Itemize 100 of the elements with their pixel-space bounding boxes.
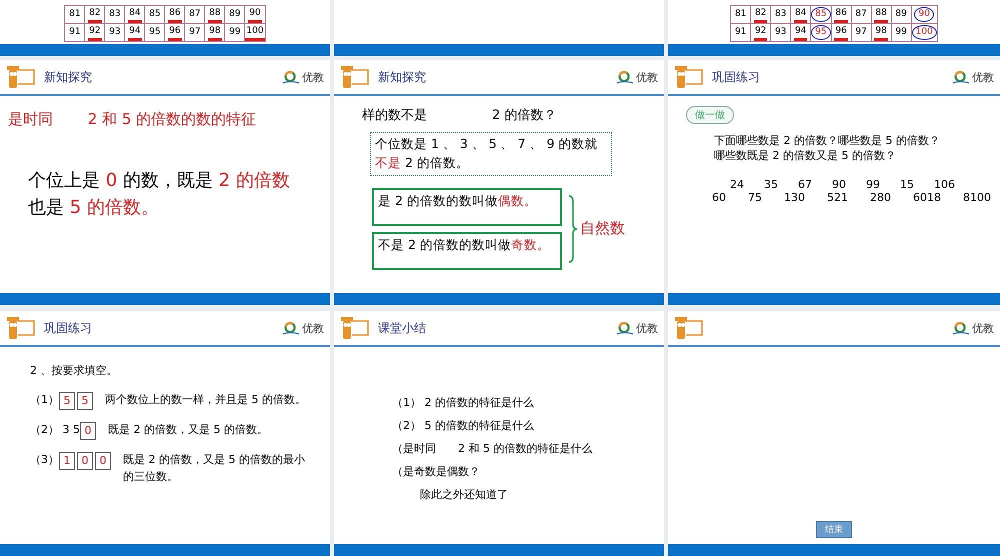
slide-title: 新知探究: [44, 68, 92, 86]
grid-number: 88: [874, 6, 888, 22]
logo-text: 优教: [302, 320, 324, 336]
question-text: 下面哪些数是 2 的倍数？哪些数是 5 的倍数？: [714, 134, 941, 149]
grid-number: 86: [168, 6, 182, 22]
number-item: 521: [827, 190, 848, 204]
grid-number: 90: [914, 7, 934, 22]
grid-number: 91: [734, 26, 748, 39]
number-item: 99: [866, 178, 880, 191]
grid-number: 91: [68, 26, 82, 39]
logo-text: 优教: [302, 70, 324, 84]
slide-thumbnail[interactable]: 新知探究 优教 是时同 2 和 5 的倍数的数的特征 个位上是 0 的数，既是 2 的倍数 也是 5 的倍数。: [0, 60, 330, 305]
definition-box: 是 2 的倍数的数叫做偶数。: [372, 188, 562, 226]
grid-number: 85: [148, 8, 162, 21]
teacher-mascot-icon: [340, 65, 370, 89]
summary-line: 除此之外还知道了: [420, 487, 509, 502]
grid-number: 88: [208, 6, 222, 22]
grid-number: 81: [734, 8, 748, 21]
teacher-mascot-icon: [340, 316, 370, 340]
number-item: 35: [764, 178, 778, 191]
logo-icon: [616, 70, 634, 84]
grid-number: 89: [228, 8, 242, 21]
slide-thumbnail[interactable]: 课堂小结 优教 （1） 2 的倍数的特征是什么 （2） 5 的倍数的特征是什么 （是时同 2 和 5 的倍数的特征是什么 （是奇数是偶数？ 除此之外还知道了: [334, 311, 664, 556]
number-item: 8100: [963, 190, 991, 204]
logo-icon: [952, 70, 970, 84]
slide-thumbnail[interactable]: 巩固练习 优教 2 、按要求填空。 （1） 5 5 两个数位上的数一样，并且是 5 的倍数。 （2） 3 5 0 既是 2 的倍数，又是 5 的倍数。 （3） 1 0 0 既是 2 的倍数，又是 5 的倍数的最小的三位数。: [0, 311, 330, 556]
slide-thumbnail[interactable]: 81 82 83 84 85 86 87 88 89 90 91 92 93 94 95 96 97 98 99 100: [668, 0, 1000, 56]
summary-line: （是时同 2 和 5 的倍数的特征是什么: [392, 441, 594, 456]
note-box: 个位数是 1 、 3 、 5 、 7 、 9 的数就 不是 2 的倍数。: [370, 132, 612, 176]
logo-text: 优教: [636, 70, 658, 84]
grid-number: 94: [794, 24, 808, 40]
grid-number: 99: [894, 26, 908, 39]
grid-number: 97: [188, 26, 202, 39]
definition-box: 不是 2 的倍数的数叫做奇数。: [372, 232, 562, 270]
grid-number: 95: [811, 25, 831, 40]
grid-number: 81: [68, 8, 82, 21]
statement-text: 个位上是 0 的数，既是 2 的倍数 也是 5 的倍数。: [28, 169, 291, 220]
brace-icon: [568, 192, 578, 264]
number-item: 90: [832, 178, 846, 191]
grid-number: 83: [774, 8, 788, 21]
grid-number: 84: [128, 6, 142, 22]
logo-text: 优教: [972, 70, 994, 84]
number-item: 106: [934, 178, 955, 191]
grid-number: 86: [834, 6, 848, 22]
teacher-mascot-icon: [6, 65, 36, 89]
number-item: 280: [870, 190, 891, 204]
slide-thumbnail[interactable]: 优教 结束: [668, 311, 1000, 556]
grid-number: 98: [874, 24, 888, 40]
logo-text: 优教: [972, 320, 994, 336]
question-text: 样的数不是 2 的倍数？: [362, 107, 558, 124]
grid-number: 82: [754, 6, 768, 22]
answer-box: 0: [80, 422, 96, 440]
slide-thumbnail[interactable]: [334, 0, 664, 56]
item-text: 既是 2 的倍数，又是 5 的倍数的最小的三位数。: [123, 452, 306, 484]
grid-number: 92: [754, 24, 768, 40]
brace-label: 自然数: [580, 219, 625, 238]
slide-title: 巩固练习: [712, 68, 760, 86]
summary-line: （1） 2 的倍数的特征是什么: [392, 395, 535, 410]
grid-number: 95: [148, 26, 162, 39]
number-item: 67: [798, 178, 812, 191]
answer-box: 5: [59, 392, 75, 410]
exercise-heading: 2 、按要求填空。: [30, 363, 118, 378]
slide-title: 新知探究: [378, 68, 426, 86]
item-text: 既是 2 的倍数，又是 5 的倍数。: [108, 422, 269, 438]
grid-number: 94: [128, 24, 142, 40]
number-item: 24: [730, 178, 744, 191]
slide-title: 课堂小结: [378, 320, 426, 336]
grid-number: 96: [834, 24, 848, 40]
item-text: 两个数位上的数一样，并且是 5 的倍数。: [105, 392, 307, 408]
logo-icon: [282, 70, 300, 84]
grid-number: 84: [794, 6, 808, 22]
slide-thumbnail[interactable]: 巩固练习 优教 做一做 下面哪些数是 2 的倍数？哪些数是 5 的倍数？ 哪些数既是 2 的倍数又是 5 的倍数？ 24 35 67 90 99 15 106 60 75 130 521 280 6018 8100: [668, 60, 1000, 305]
grid-number: 82: [88, 6, 102, 22]
grid-number: 97: [854, 26, 868, 39]
number-item: 15: [900, 178, 914, 191]
answer-box: 1: [59, 452, 75, 470]
grid-number: 90: [248, 6, 262, 22]
slide-title: 巩固练习: [44, 320, 92, 336]
answer-box: 5: [77, 392, 93, 410]
item-number: （3）: [30, 452, 59, 468]
grid-number: 96: [168, 24, 182, 40]
item-number: （1）: [30, 392, 59, 408]
grid-number: 100: [912, 25, 937, 40]
grid-number: 85: [811, 7, 831, 22]
grid-number: 99: [228, 26, 242, 39]
logo-icon: [282, 320, 300, 336]
number-item: 75: [748, 190, 762, 204]
number-item: 60: [712, 190, 726, 204]
teacher-mascot-icon: [674, 65, 704, 89]
answer-box: 0: [77, 452, 93, 470]
grid-number: 83: [108, 8, 122, 21]
grid-number: 98: [208, 24, 222, 40]
slide-thumbnail[interactable]: 新知探究 优教 样的数不是 2 的倍数？ 个位数是 1 、 3 、 5 、 7 、 9 的数就 不是 2 的倍数。 是 2 的倍数的数叫做偶数。 不是 2 的倍数的数叫做奇数。 自然数: [334, 60, 664, 305]
item-number: （2） 3 5: [30, 422, 80, 438]
teacher-mascot-icon: [6, 316, 36, 340]
slide-thumbnail[interactable]: 81 82 83 84 85 86 87 88 89 90 91 92 93 94 95 96 97 98 99 100: [0, 0, 330, 56]
answer-box: 0: [95, 452, 111, 470]
activity-badge: 做一做: [686, 106, 734, 124]
grid-number: 87: [188, 8, 202, 21]
logo-icon: [616, 320, 634, 336]
